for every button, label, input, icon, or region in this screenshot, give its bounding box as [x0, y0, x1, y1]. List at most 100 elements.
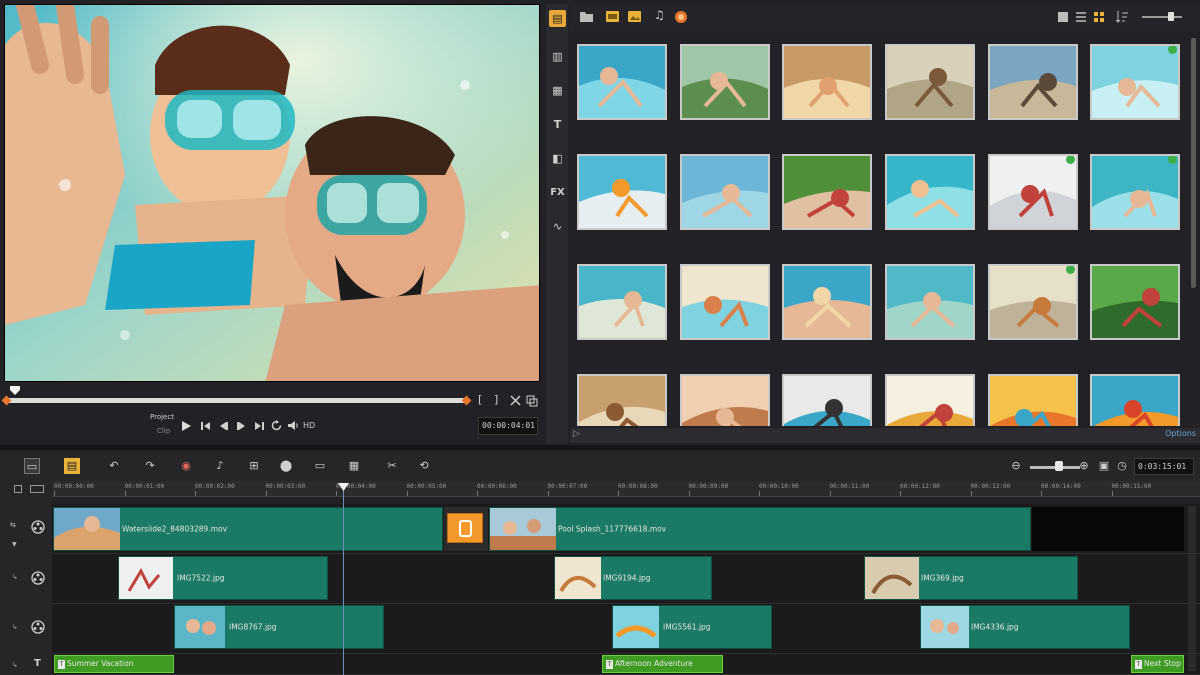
storyboard-view-icon[interactable]: ▭	[24, 458, 40, 474]
go-to-end-icon[interactable]	[254, 421, 265, 431]
track-options-icon[interactable]: ▼	[12, 541, 17, 548]
clock-icon[interactable]: ◷	[1114, 458, 1130, 474]
hd-preview-label[interactable]: HD	[303, 421, 315, 430]
photo-folder-icon[interactable]	[628, 11, 641, 22]
panel-divider[interactable]	[0, 445, 1200, 450]
media-thumbnail[interactable]	[988, 264, 1078, 340]
redo-icon[interactable]: ↷	[142, 458, 158, 474]
media-thumbnail[interactable]	[680, 264, 770, 340]
sort-icon[interactable]	[1116, 11, 1128, 23]
media-thumbnail[interactable]	[577, 44, 667, 120]
transition-effect-icon[interactable]	[447, 513, 483, 543]
video-clip[interactable]: Waterslide2_84803289.mov	[53, 507, 443, 551]
overlay-clip[interactable]: IMG369.jpg	[864, 556, 1078, 600]
chapter-icon[interactable]	[30, 485, 44, 493]
ripple-edit-icon[interactable]: ⇆	[10, 521, 16, 529]
timeline-ruler[interactable]: 00:00:00:00 00:00:01:00 00:00:02:00 00:00:0…	[52, 481, 1200, 497]
video-clip[interactable]: Pool Splash_117776618.mov	[489, 507, 1031, 551]
repeat-icon[interactable]	[271, 420, 282, 431]
multicam-icon[interactable]: ▦	[346, 458, 362, 474]
transition-slot[interactable]	[444, 507, 488, 551]
media-thumbnail[interactable]	[782, 44, 872, 120]
preview-player[interactable]	[4, 4, 540, 382]
overlay-clip[interactable]: IMG8767.jpg	[174, 605, 384, 649]
media-thumbnail[interactable]	[782, 374, 872, 426]
split-icon[interactable]: ✂	[384, 458, 400, 474]
thumbnail-size-slider[interactable]	[1142, 16, 1182, 18]
overlay-track1-icon[interactable]	[31, 571, 45, 585]
video-track-icon[interactable]	[31, 520, 45, 534]
media-thumbnail[interactable]	[885, 154, 975, 230]
subtitle-icon[interactable]: ▭	[312, 458, 328, 474]
path-icon[interactable]: ∿	[549, 218, 566, 235]
timeline-scrollbar[interactable]	[1188, 506, 1196, 671]
project-duration-timecode[interactable]: 0:03:15:01	[1134, 458, 1194, 475]
go-to-start-icon[interactable]	[200, 421, 211, 431]
instant-project-icon[interactable]	[674, 10, 688, 24]
volume-icon[interactable]	[287, 420, 299, 431]
library-scrollbar[interactable]	[1191, 38, 1196, 288]
media-thumbnail[interactable]	[577, 154, 667, 230]
folder-icon[interactable]	[580, 11, 593, 22]
mark-out-button[interactable]: ]	[494, 393, 498, 406]
media-thumbnail[interactable]	[988, 154, 1078, 230]
media-folder-icon[interactable]: ▤	[549, 10, 566, 27]
timeline-playhead[interactable]	[343, 486, 344, 675]
copy-icon[interactable]	[526, 395, 538, 407]
track-manager-icon[interactable]	[14, 485, 22, 493]
media-thumbnail[interactable]	[1090, 44, 1180, 120]
media-thumbnail[interactable]	[577, 264, 667, 340]
media-thumbnail[interactable]	[1090, 264, 1180, 340]
project-mode-label[interactable]: Project	[150, 413, 174, 421]
title-track-icon[interactable]: T	[34, 658, 41, 669]
options-button[interactable]: Options	[1165, 429, 1196, 438]
media-thumbnail[interactable]	[782, 264, 872, 340]
music-icon[interactable]: ♫	[654, 8, 665, 22]
graphics-icon[interactable]: ▦	[549, 82, 566, 99]
media-thumbnail[interactable]	[885, 374, 975, 426]
overlay-track2-icon[interactable]	[31, 620, 45, 634]
motion-icon[interactable]: ⊞	[246, 458, 262, 474]
overlay2-lock-icon[interactable]: ↳	[12, 623, 18, 631]
media-thumbnail[interactable]	[680, 44, 770, 120]
preview-timecode[interactable]: 00:00:04:01	[478, 417, 538, 435]
previous-frame-icon[interactable]	[218, 421, 229, 431]
media-thumbnail[interactable]	[988, 374, 1078, 426]
mask-icon[interactable]: ⬤	[278, 458, 294, 474]
fit-icon[interactable]: ▣	[1096, 458, 1112, 474]
video-folder-icon[interactable]	[606, 11, 619, 22]
zoom-out-icon[interactable]: ⊖	[1008, 458, 1024, 474]
overlay-clip[interactable]: IMG9194.jpg	[554, 556, 712, 600]
mark-in-button[interactable]: [	[478, 393, 482, 406]
instant-project-icon[interactable]: ▥	[549, 48, 566, 65]
media-thumbnail[interactable]	[988, 44, 1078, 120]
media-thumbnail[interactable]	[782, 154, 872, 230]
trim-out-marker[interactable]	[461, 395, 472, 406]
title-clip[interactable]: T Summer Vacation	[54, 655, 174, 673]
media-thumbnail[interactable]	[885, 44, 975, 120]
record-icon[interactable]: ◉	[178, 458, 194, 474]
transition-icon[interactable]: ◧	[549, 150, 566, 167]
cut-icon[interactable]	[510, 395, 521, 406]
title-lock-icon[interactable]: ↳	[12, 661, 18, 669]
media-thumbnail[interactable]	[680, 374, 770, 426]
title-icon[interactable]: T	[549, 116, 566, 133]
preview-scrubber[interactable]	[6, 398, 468, 403]
clip-mode-label[interactable]: Clip	[157, 427, 170, 435]
timeline-view-icon[interactable]: ▤	[64, 458, 80, 474]
play-icon[interactable]	[180, 420, 192, 432]
loop-icon[interactable]: ⟲	[416, 458, 432, 474]
media-thumbnail[interactable]	[1090, 154, 1180, 230]
thumbnail-size-knob[interactable]	[1168, 12, 1174, 21]
overlay-clip[interactable]: IMG5561.jpg	[612, 605, 772, 649]
overlay-clip[interactable]: IMG4336.jpg	[920, 605, 1130, 649]
media-thumbnail[interactable]	[1090, 374, 1180, 426]
thumbnail-view-icon[interactable]	[1094, 12, 1104, 22]
undo-icon[interactable]: ↶	[106, 458, 122, 474]
list-view-icon[interactable]	[1058, 12, 1068, 22]
expand-icon[interactable]: ▷	[573, 429, 580, 439]
playhead-handle-icon[interactable]	[338, 483, 349, 491]
next-frame-icon[interactable]	[236, 421, 247, 431]
media-thumbnail[interactable]	[885, 264, 975, 340]
scrubber-head-icon[interactable]	[10, 386, 20, 395]
